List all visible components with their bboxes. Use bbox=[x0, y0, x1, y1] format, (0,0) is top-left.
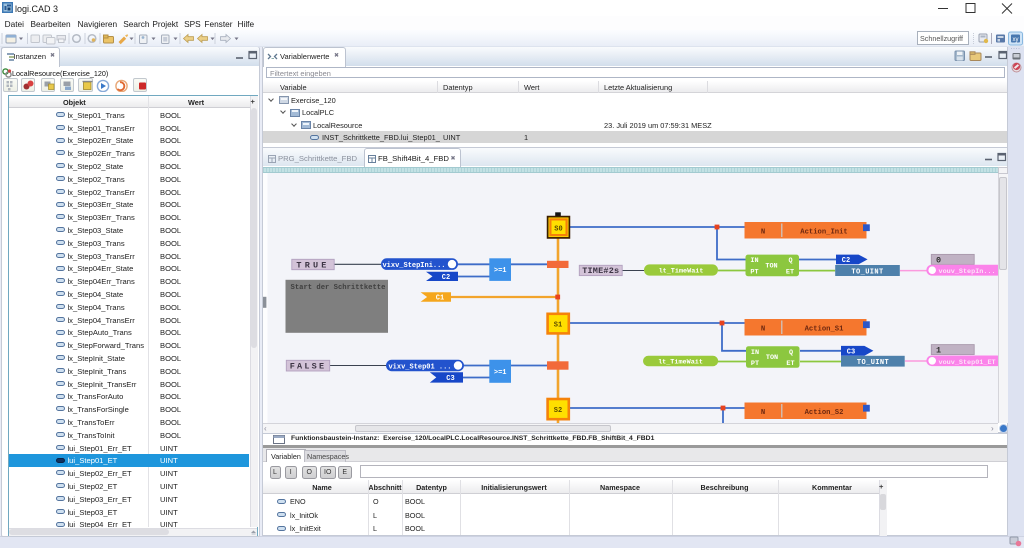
svg-text:vouv_StepIn...: vouv_StepIn... bbox=[939, 268, 996, 276]
svg-text:0: 0 bbox=[936, 255, 941, 265]
svg-text:Action_Init: Action_Init bbox=[800, 228, 847, 236]
svg-text:N: N bbox=[761, 325, 765, 333]
svg-text:xy: xy bbox=[1013, 37, 1019, 43]
svg-text:C3: C3 bbox=[847, 348, 855, 356]
svg-text:C3: C3 bbox=[446, 375, 454, 383]
svg-text:1: 1 bbox=[936, 346, 941, 356]
svg-text:lt_TimeWait: lt_TimeWait bbox=[658, 359, 703, 367]
svg-text:vixv_StepIni...: vixv_StepIni... bbox=[382, 262, 445, 270]
svg-text:N: N bbox=[761, 409, 765, 417]
svg-text:Start der Schrittkette: Start der Schrittkette bbox=[291, 284, 386, 292]
svg-text:PT: PT bbox=[750, 268, 758, 276]
svg-text:ET: ET bbox=[786, 268, 794, 276]
svg-text:N: N bbox=[761, 228, 765, 236]
svg-text:ET: ET bbox=[786, 360, 794, 368]
svg-text:S1: S1 bbox=[554, 322, 562, 330]
svg-text:S2: S2 bbox=[554, 407, 562, 415]
svg-text:lt_TimeWait: lt_TimeWait bbox=[659, 268, 704, 276]
svg-text:TON: TON bbox=[766, 354, 778, 362]
svg-text:PT: PT bbox=[751, 360, 759, 368]
svg-text:C2: C2 bbox=[442, 274, 450, 282]
svg-text:TO_UINT: TO_UINT bbox=[857, 359, 889, 367]
svg-text:Q: Q bbox=[788, 257, 792, 265]
svg-text:FALSE: FALSE bbox=[290, 362, 327, 372]
svg-text:TRUE: TRUE bbox=[296, 260, 329, 270]
svg-text:IN: IN bbox=[751, 349, 759, 357]
svg-text:TIME#2s: TIME#2s bbox=[582, 266, 619, 276]
svg-text:Action_S2: Action_S2 bbox=[805, 409, 844, 417]
svg-text:TO_UINT: TO_UINT bbox=[851, 269, 883, 277]
svg-text:vouv_Step01_ET: vouv_Step01_ET bbox=[939, 359, 996, 367]
svg-text:TON: TON bbox=[765, 263, 777, 271]
svg-text:>=1: >=1 bbox=[494, 267, 507, 275]
svg-text:S0: S0 bbox=[554, 226, 562, 234]
svg-text:>=1: >=1 bbox=[494, 369, 507, 377]
svg-text:Q: Q bbox=[789, 349, 793, 357]
svg-text:C2: C2 bbox=[842, 257, 850, 265]
svg-text:Action_S1: Action_S1 bbox=[805, 325, 845, 333]
svg-text:IN: IN bbox=[750, 257, 758, 265]
svg-text:vixv_Step01 ...: vixv_Step01 ... bbox=[388, 363, 451, 371]
svg-text:C1: C1 bbox=[436, 295, 444, 303]
